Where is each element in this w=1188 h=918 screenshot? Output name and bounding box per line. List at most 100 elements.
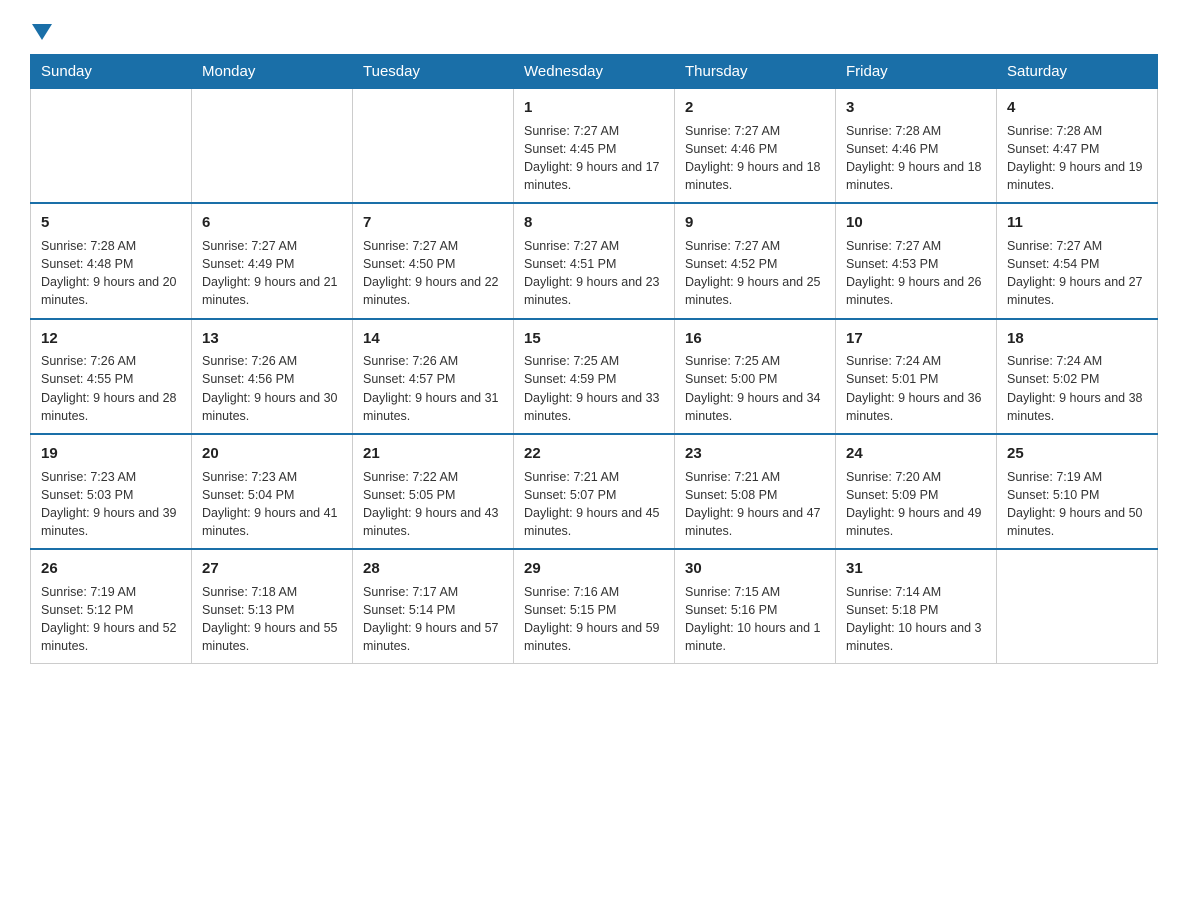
- day-number: 1: [524, 97, 664, 119]
- day-info: Sunrise: 7:24 AM Sunset: 5:02 PM Dayligh…: [1007, 352, 1147, 425]
- calendar-cell: 4 Sunrise: 7:28 AM Sunset: 4:47 PM Daylig…: [997, 89, 1158, 204]
- day-number: 25: [1007, 443, 1147, 465]
- day-info: Sunrise: 7:27 AM Sunset: 4:49 PM Dayligh…: [202, 237, 342, 310]
- calendar-cell: 3 Sunrise: 7:28 AM Sunset: 4:46 PM Daylig…: [836, 89, 997, 204]
- day-number: 22: [524, 443, 664, 465]
- day-number: 18: [1007, 328, 1147, 350]
- day-info: Sunrise: 7:17 AM Sunset: 5:14 PM Dayligh…: [363, 583, 503, 656]
- day-number: 10: [846, 212, 986, 234]
- calendar-cell: 8 Sunrise: 7:27 AM Sunset: 4:51 PM Daylig…: [514, 203, 675, 318]
- day-info: Sunrise: 7:15 AM Sunset: 5:16 PM Dayligh…: [685, 583, 825, 656]
- calendar-cell: 14Sunrise: 7:26 AM Sunset: 4:57 PM Dayli…: [353, 319, 514, 434]
- day-number: 24: [846, 443, 986, 465]
- day-info: Sunrise: 7:27 AM Sunset: 4:52 PM Dayligh…: [685, 237, 825, 310]
- day-info: Sunrise: 7:16 AM Sunset: 5:15 PM Dayligh…: [524, 583, 664, 656]
- calendar-cell: 5Sunrise: 7:28 AM Sunset: 4:48 PM Daylig…: [31, 203, 192, 318]
- day-info: Sunrise: 7:26 AM Sunset: 4:56 PM Dayligh…: [202, 352, 342, 425]
- day-number: 13: [202, 328, 342, 350]
- week-row-1: 1 Sunrise: 7:27 AM Sunset: 4:45 PM Daylig…: [31, 89, 1158, 204]
- calendar-cell: 6 Sunrise: 7:27 AM Sunset: 4:49 PM Daylig…: [192, 203, 353, 318]
- day-info: Sunrise: 7:19 AM Sunset: 5:10 PM Dayligh…: [1007, 468, 1147, 541]
- day-info: Sunrise: 7:25 AM Sunset: 4:59 PM Dayligh…: [524, 352, 664, 425]
- day-number: 26: [41, 558, 181, 580]
- day-number: 27: [202, 558, 342, 580]
- day-info: Sunrise: 7:27 AM Sunset: 4:46 PM Dayligh…: [685, 122, 825, 195]
- calendar-cell: 25 Sunrise: 7:19 AM Sunset: 5:10 PM Dayli…: [997, 434, 1158, 549]
- day-info: Sunrise: 7:23 AM Sunset: 5:04 PM Dayligh…: [202, 468, 342, 541]
- calendar-cell: 2Sunrise: 7:27 AM Sunset: 4:46 PM Daylig…: [675, 89, 836, 204]
- day-number: 9: [685, 212, 825, 234]
- day-info: Sunrise: 7:28 AM Sunset: 4:46 PM Dayligh…: [846, 122, 986, 195]
- calendar-cell: 24 Sunrise: 7:20 AM Sunset: 5:09 PM Dayli…: [836, 434, 997, 549]
- calendar-cell: 17Sunrise: 7:24 AM Sunset: 5:01 PM Dayli…: [836, 319, 997, 434]
- day-number: 19: [41, 443, 181, 465]
- day-info: Sunrise: 7:27 AM Sunset: 4:53 PM Dayligh…: [846, 237, 986, 310]
- calendar-cell: [997, 549, 1158, 664]
- calendar-cell: 15Sunrise: 7:25 AM Sunset: 4:59 PM Dayli…: [514, 319, 675, 434]
- calendar-cell: 22 Sunrise: 7:21 AM Sunset: 5:07 PM Dayli…: [514, 434, 675, 549]
- calendar-cell: 13Sunrise: 7:26 AM Sunset: 4:56 PM Dayli…: [192, 319, 353, 434]
- calendar-cell: 1 Sunrise: 7:27 AM Sunset: 4:45 PM Daylig…: [514, 89, 675, 204]
- week-row-4: 19 Sunrise: 7:23 AM Sunset: 5:03 PM Dayli…: [31, 434, 1158, 549]
- day-header-sunday: Sunday: [31, 55, 192, 89]
- day-number: 29: [524, 558, 664, 580]
- day-number: 11: [1007, 212, 1147, 234]
- day-number: 12: [41, 328, 181, 350]
- calendar-cell: 11Sunrise: 7:27 AM Sunset: 4:54 PM Dayli…: [997, 203, 1158, 318]
- day-number: 16: [685, 328, 825, 350]
- day-header-tuesday: Tuesday: [353, 55, 514, 89]
- calendar-cell: [31, 89, 192, 204]
- day-info: Sunrise: 7:26 AM Sunset: 4:57 PM Dayligh…: [363, 352, 503, 425]
- logo: [30, 20, 52, 36]
- day-info: Sunrise: 7:22 AM Sunset: 5:05 PM Dayligh…: [363, 468, 503, 541]
- day-number: 8: [524, 212, 664, 234]
- day-number: 3: [846, 97, 986, 119]
- calendar-cell: [192, 89, 353, 204]
- day-info: Sunrise: 7:18 AM Sunset: 5:13 PM Dayligh…: [202, 583, 342, 656]
- week-row-2: 5Sunrise: 7:28 AM Sunset: 4:48 PM Daylig…: [31, 203, 1158, 318]
- calendar-cell: 7 Sunrise: 7:27 AM Sunset: 4:50 PM Daylig…: [353, 203, 514, 318]
- day-info: Sunrise: 7:27 AM Sunset: 4:51 PM Dayligh…: [524, 237, 664, 310]
- day-header-monday: Monday: [192, 55, 353, 89]
- day-info: Sunrise: 7:28 AM Sunset: 4:47 PM Dayligh…: [1007, 122, 1147, 195]
- calendar-cell: 29 Sunrise: 7:16 AM Sunset: 5:15 PM Dayli…: [514, 549, 675, 664]
- day-number: 20: [202, 443, 342, 465]
- day-info: Sunrise: 7:24 AM Sunset: 5:01 PM Dayligh…: [846, 352, 986, 425]
- calendar-cell: 16Sunrise: 7:25 AM Sunset: 5:00 PM Dayli…: [675, 319, 836, 434]
- day-info: Sunrise: 7:14 AM Sunset: 5:18 PM Dayligh…: [846, 583, 986, 656]
- day-number: 31: [846, 558, 986, 580]
- day-header-saturday: Saturday: [997, 55, 1158, 89]
- calendar-cell: 26 Sunrise: 7:19 AM Sunset: 5:12 PM Dayli…: [31, 549, 192, 664]
- day-info: Sunrise: 7:21 AM Sunset: 5:07 PM Dayligh…: [524, 468, 664, 541]
- day-header-friday: Friday: [836, 55, 997, 89]
- calendar-cell: 12Sunrise: 7:26 AM Sunset: 4:55 PM Dayli…: [31, 319, 192, 434]
- week-row-3: 12Sunrise: 7:26 AM Sunset: 4:55 PM Dayli…: [31, 319, 1158, 434]
- day-number: 6: [202, 212, 342, 234]
- day-info: Sunrise: 7:25 AM Sunset: 5:00 PM Dayligh…: [685, 352, 825, 425]
- day-number: 4: [1007, 97, 1147, 119]
- day-number: 7: [363, 212, 503, 234]
- day-info: Sunrise: 7:19 AM Sunset: 5:12 PM Dayligh…: [41, 583, 181, 656]
- day-info: Sunrise: 7:21 AM Sunset: 5:08 PM Dayligh…: [685, 468, 825, 541]
- days-header-row: SundayMondayTuesdayWednesdayThursdayFrid…: [31, 55, 1158, 89]
- calendar-cell: 10 Sunrise: 7:27 AM Sunset: 4:53 PM Dayli…: [836, 203, 997, 318]
- calendar-cell: 18Sunrise: 7:24 AM Sunset: 5:02 PM Dayli…: [997, 319, 1158, 434]
- calendar-cell: 19 Sunrise: 7:23 AM Sunset: 5:03 PM Dayli…: [31, 434, 192, 549]
- day-info: Sunrise: 7:27 AM Sunset: 4:50 PM Dayligh…: [363, 237, 503, 310]
- day-number: 23: [685, 443, 825, 465]
- calendar-cell: 30 Sunrise: 7:15 AM Sunset: 5:16 PM Dayli…: [675, 549, 836, 664]
- calendar-cell: 21Sunrise: 7:22 AM Sunset: 5:05 PM Dayli…: [353, 434, 514, 549]
- day-number: 30: [685, 558, 825, 580]
- day-info: Sunrise: 7:20 AM Sunset: 5:09 PM Dayligh…: [846, 468, 986, 541]
- day-info: Sunrise: 7:26 AM Sunset: 4:55 PM Dayligh…: [41, 352, 181, 425]
- calendar-cell: 31 Sunrise: 7:14 AM Sunset: 5:18 PM Dayli…: [836, 549, 997, 664]
- day-info: Sunrise: 7:23 AM Sunset: 5:03 PM Dayligh…: [41, 468, 181, 541]
- day-number: 14: [363, 328, 503, 350]
- day-header-thursday: Thursday: [675, 55, 836, 89]
- page-header: [30, 20, 1158, 36]
- day-info: Sunrise: 7:27 AM Sunset: 4:45 PM Dayligh…: [524, 122, 664, 195]
- calendar-cell: 9 Sunrise: 7:27 AM Sunset: 4:52 PM Daylig…: [675, 203, 836, 318]
- calendar-cell: 23 Sunrise: 7:21 AM Sunset: 5:08 PM Dayli…: [675, 434, 836, 549]
- week-row-5: 26 Sunrise: 7:19 AM Sunset: 5:12 PM Dayli…: [31, 549, 1158, 664]
- day-info: Sunrise: 7:28 AM Sunset: 4:48 PM Dayligh…: [41, 237, 181, 310]
